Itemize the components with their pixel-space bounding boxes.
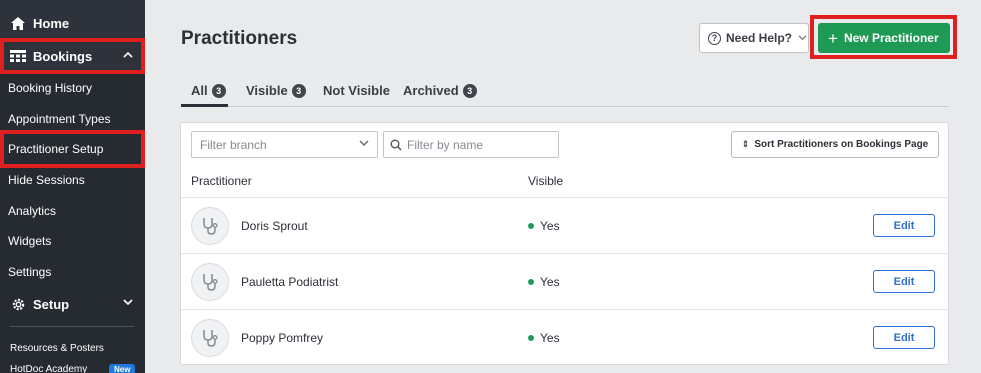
sidebar-item-booking-history[interactable]: Booking History xyxy=(0,73,145,103)
chevron-down-icon xyxy=(123,298,133,309)
sidebar-item-setup[interactable]: Setup xyxy=(0,289,145,319)
help-icon: ? xyxy=(708,31,721,45)
status-dot xyxy=(528,279,534,285)
active-tab-indicator xyxy=(181,104,228,107)
practitioner-name: Poppy Pomfrey xyxy=(241,331,324,345)
table-row: Pauletta Podiatrist Yes Edit xyxy=(181,253,948,309)
tab-label: Not Visible xyxy=(323,83,390,98)
chevron-down-icon xyxy=(798,33,807,43)
practitioners-card: Filter branch Filter by name ⇕ Sort Prac… xyxy=(180,122,949,365)
new-practitioner-label: New Practitioner xyxy=(843,31,939,45)
need-help-button[interactable]: ? Need Help? xyxy=(699,23,809,53)
sidebar-item-hide-sessions[interactable]: Hide Sessions xyxy=(0,165,145,195)
tab-count-badge: 3 xyxy=(462,83,477,98)
sidebar-item-home[interactable]: Home xyxy=(0,8,145,38)
filter-branch-select[interactable]: Filter branch xyxy=(191,131,378,158)
tab-bar: All 3 Visible 3 Not Visible Archived 3 xyxy=(181,78,949,107)
stethoscope-icon xyxy=(191,263,229,301)
sort-label: Sort Practitioners on Bookings Page xyxy=(754,139,929,150)
plus-icon: + xyxy=(828,28,838,48)
sidebar-item-analytics[interactable]: Analytics xyxy=(0,196,145,226)
highlight-box-bookings xyxy=(0,38,145,74)
tab-label: Archived xyxy=(403,83,459,98)
stethoscope-icon xyxy=(191,319,229,357)
sidebar-item-label: Widgets xyxy=(8,234,52,248)
tab-count-badge: 3 xyxy=(291,83,306,98)
new-practitioner-button[interactable]: + New Practitioner xyxy=(818,23,950,53)
practitioner-name: Pauletta Podiatrist xyxy=(241,275,339,289)
sidebar-link-academy[interactable]: HotDoc Academy xyxy=(10,364,87,373)
sidebar-divider xyxy=(10,326,134,327)
tab-label: Visible xyxy=(246,83,288,98)
sidebar-item-widgets[interactable]: Widgets xyxy=(0,226,145,256)
sidebar: Home Bookings Booking History Appointmen… xyxy=(0,0,145,373)
visible-status: Yes xyxy=(528,219,560,233)
visible-status: Yes xyxy=(528,275,560,289)
sidebar-link-resources[interactable]: Resources & Posters xyxy=(10,343,104,354)
visible-label: Yes xyxy=(540,219,560,233)
table-row: Poppy Pomfrey Yes Edit xyxy=(181,309,948,365)
column-header-visible: Visible xyxy=(528,174,564,188)
stethoscope-icon xyxy=(191,207,229,245)
sort-icon: ⇕ xyxy=(741,139,750,149)
tab-archived[interactable]: Archived 3 xyxy=(403,83,477,98)
tab-count-badge: 3 xyxy=(211,83,226,98)
tab-label: All xyxy=(191,83,208,98)
search-icon xyxy=(390,139,402,151)
sidebar-item-label: Booking History xyxy=(8,81,93,95)
sidebar-item-label: Settings xyxy=(8,265,52,279)
page-title: Practitioners xyxy=(181,28,298,49)
highlight-box-practitioner-setup xyxy=(0,130,145,168)
tab-not-visible[interactable]: Not Visible xyxy=(323,83,390,98)
visible-status: Yes xyxy=(528,331,560,345)
filter-name-placeholder: Filter by name xyxy=(407,137,484,152)
new-badge: New xyxy=(109,364,136,373)
sidebar-item-settings[interactable]: Settings xyxy=(0,257,145,287)
edit-button[interactable]: Edit xyxy=(873,270,935,293)
gear-icon xyxy=(10,296,26,312)
sort-practitioners-button[interactable]: ⇕ Sort Practitioners on Bookings Page xyxy=(731,131,939,158)
edit-button[interactable]: Edit xyxy=(873,326,935,349)
filter-by-name-input[interactable]: Filter by name xyxy=(383,131,559,158)
visible-label: Yes xyxy=(540,331,560,345)
sidebar-item-label: Appointment Types xyxy=(8,112,111,126)
home-icon xyxy=(10,15,26,31)
table-row: Doris Sprout Yes Edit xyxy=(181,197,948,253)
edit-button[interactable]: Edit xyxy=(873,214,935,237)
sidebar-item-label: Setup xyxy=(33,296,70,312)
practitioner-name: Doris Sprout xyxy=(241,219,308,233)
tab-visible[interactable]: Visible 3 xyxy=(246,83,306,98)
need-help-label: Need Help? xyxy=(726,31,793,45)
sidebar-item-label: Hide Sessions xyxy=(8,173,85,187)
tab-all[interactable]: All 3 xyxy=(191,83,226,98)
sidebar-item-label: Home xyxy=(33,15,70,31)
status-dot xyxy=(528,335,534,341)
status-dot xyxy=(528,223,534,229)
chevron-down-icon xyxy=(359,139,369,149)
sidebar-item-label: Analytics xyxy=(8,204,57,218)
column-header-practitioner: Practitioner xyxy=(191,174,252,188)
visible-label: Yes xyxy=(540,275,560,289)
filter-branch-placeholder: Filter branch xyxy=(200,137,267,152)
